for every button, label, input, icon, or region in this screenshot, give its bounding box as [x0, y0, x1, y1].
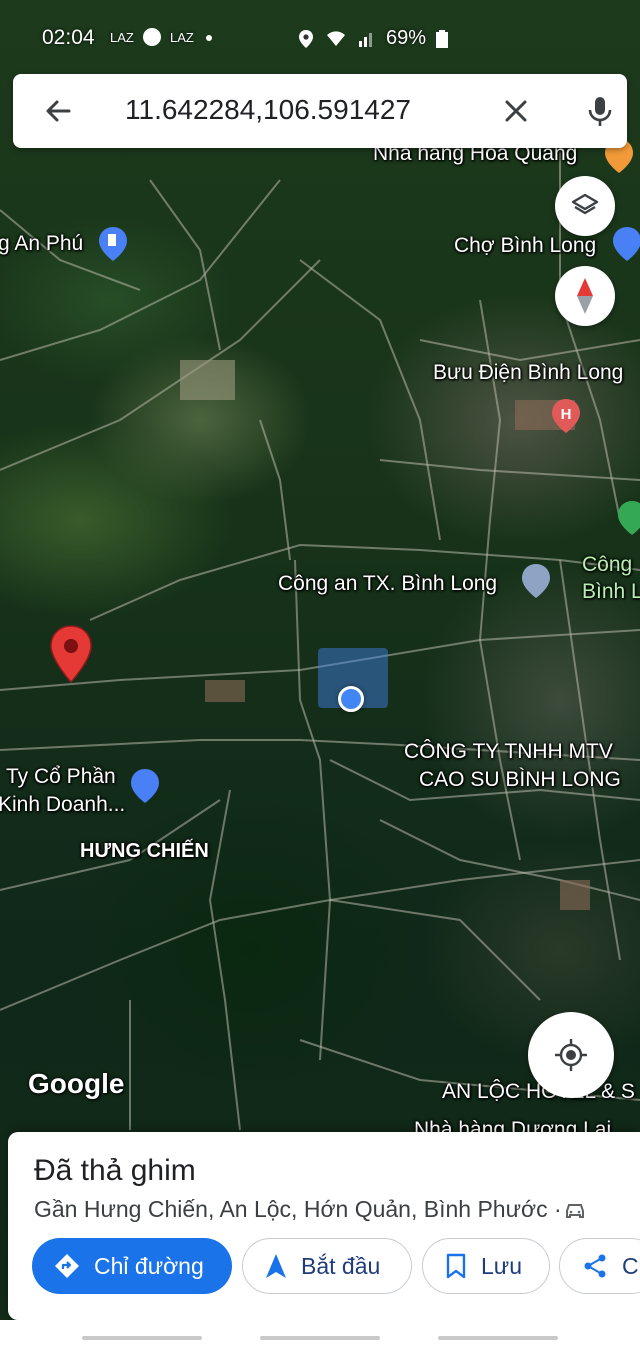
bookmark-icon [446, 1253, 466, 1279]
layers-button[interactable] [555, 176, 615, 236]
status-time: 02:04 [42, 26, 95, 49]
nav-back-handle[interactable] [438, 1336, 558, 1340]
nav-home-handle[interactable] [260, 1336, 380, 1340]
directions-icon [55, 1254, 79, 1278]
battery-icon [436, 29, 449, 48]
map-label-binh-park[interactable]: Bình L [582, 580, 640, 604]
current-location-dot [338, 686, 364, 712]
layers-icon [571, 193, 599, 215]
compass-button[interactable] [555, 266, 615, 326]
google-logo: Google [28, 1068, 125, 1099]
start-label: Bắt đầu [301, 1252, 381, 1279]
battery-percent: 69% [386, 27, 427, 49]
hospital-poi-icon[interactable]: H [551, 398, 581, 434]
search-query[interactable]: 11.642284,106.591427 [125, 94, 411, 126]
save-label: Lưu [481, 1252, 522, 1279]
map-label-cty-co-phan-line1[interactable]: Ty Cổ Phần [6, 765, 116, 789]
map-label-an-phu[interactable]: g An Phú [0, 232, 83, 256]
map-label-hung-chien[interactable]: HƯNG CHIẾN [80, 840, 209, 863]
facebook-icon [143, 28, 161, 46]
map-label-cong-park[interactable]: Công [582, 553, 632, 577]
compass-icon [577, 278, 593, 314]
dropped-pin-icon[interactable] [48, 624, 94, 684]
place-address: Gần Hưng Chiến, An Lộc, Hớn Quản, Bình P… [34, 1196, 562, 1222]
place-title: Đã thả ghim [34, 1154, 196, 1187]
shopping-cart-poi-icon[interactable] [612, 226, 640, 262]
map-label-cong-an[interactable]: Công an TX. Bình Long [278, 572, 497, 596]
park-poi-icon[interactable] [617, 500, 640, 536]
car-icon [566, 1204, 584, 1218]
dot-icon [206, 35, 212, 41]
status-bar: 02:04 LAZ LAZ 69% [0, 0, 640, 72]
location-status-icon [299, 29, 313, 48]
my-location-button[interactable] [528, 1012, 614, 1098]
nav-recents-handle[interactable] [82, 1336, 202, 1340]
police-poi-icon[interactable] [521, 563, 551, 599]
share-button[interactable]: C [559, 1238, 640, 1294]
wifi-icon [327, 30, 345, 46]
system-nav-bar [0, 1320, 640, 1351]
start-button[interactable]: Bắt đầu [242, 1238, 412, 1294]
svg-text:H: H [561, 406, 572, 423]
map-label-cho-binh-long[interactable]: Chợ Bình Long [454, 234, 596, 258]
my-location-icon [555, 1039, 587, 1071]
close-icon[interactable] [499, 94, 533, 128]
directions-button[interactable]: Chỉ đường [32, 1238, 232, 1294]
map-label-cty-tnhh-line1[interactable]: CÔNG TY TNHH MTV [404, 740, 613, 764]
back-arrow-icon[interactable] [41, 94, 75, 128]
navigation-arrow-icon [266, 1254, 286, 1278]
microphone-icon[interactable] [581, 92, 619, 130]
map-label-cty-co-phan-line2[interactable]: Kinh Doanh... [0, 793, 125, 817]
map-label-buu-dien[interactable]: Bưu Điện Bình Long [433, 361, 623, 385]
place-bottom-sheet[interactable]: Đã thả ghim Gần Hưng Chiến, An Lộc, Hớn … [8, 1132, 640, 1320]
lazada-notification-icon: LAZ [110, 30, 134, 45]
map-label-cty-tnhh-line2[interactable]: CAO SU BÌNH LONG [419, 768, 621, 792]
gas-station-poi-icon[interactable] [98, 226, 128, 262]
share-icon [584, 1254, 606, 1278]
shopping-bag-poi-icon[interactable] [130, 768, 160, 804]
directions-label: Chỉ đường [94, 1252, 204, 1279]
save-button[interactable]: Lưu [422, 1238, 550, 1294]
signal-icon [359, 32, 372, 47]
search-box[interactable]: 11.642284,106.591427 [13, 74, 627, 148]
share-label: C [622, 1252, 639, 1279]
lazada-notification-icon-2: LAZ [170, 30, 194, 45]
